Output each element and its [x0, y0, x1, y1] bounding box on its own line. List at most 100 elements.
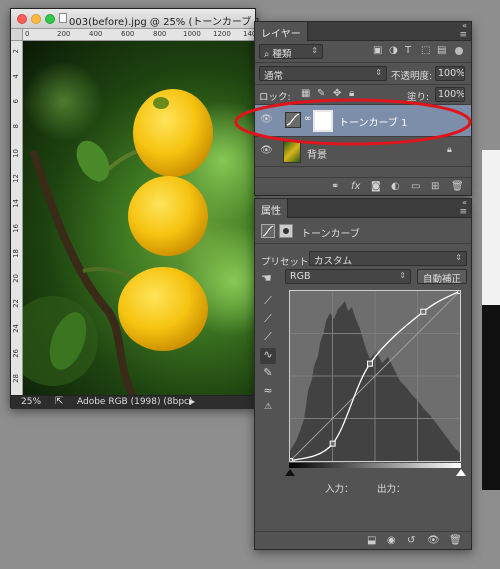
view-previous-state-icon[interactable]: ◉	[387, 535, 396, 546]
ruler-tick-label: 26	[12, 349, 20, 358]
ruler-tick-label: 600	[121, 30, 135, 38]
image-filter-icon[interactable]: ▣	[373, 45, 382, 56]
eyedropper-white-icon[interactable]: ⟋	[260, 330, 276, 346]
tab-layers[interactable]: レイヤー	[255, 22, 308, 41]
ruler-tick-label: 1200	[213, 30, 231, 38]
document-window[interactable]: 003(before).jpg @ 25% (トーンカーブ 1,... 0 20…	[10, 8, 274, 409]
minimize-icon[interactable]	[31, 14, 41, 24]
shape-filter-icon[interactable]: ⬚	[421, 45, 430, 56]
ruler-tick-label: 14	[12, 199, 20, 208]
preset-label: プリセット:	[261, 257, 312, 268]
layers-panel: レイヤー « ≡ ⌕ 種類 ⇕ ▣ ◑ T ⬚ ▤ 通常 ⇕ 不透明度: 100…	[234, 21, 472, 196]
highlight-ellipse	[234, 98, 472, 146]
properties-panel: 属性 « ≡ トーンカーブ プリセット: カスタム ⇕ ☚ RGB ⇕ 自動補正…	[254, 198, 472, 550]
curves-icon	[261, 224, 275, 238]
blend-mode-select[interactable]: 通常 ⇕	[259, 66, 387, 81]
preset-select[interactable]: カスタム ⇕	[309, 251, 467, 266]
smooth-icon[interactable]: ≈	[260, 384, 276, 400]
panel-menu-icon[interactable]: ≡	[459, 207, 467, 217]
filter-kind-select[interactable]: ⌕ 種類 ⇕	[259, 44, 323, 59]
ruler-tick-label: 400	[89, 30, 103, 38]
type-filter-icon[interactable]: T	[405, 45, 411, 56]
ruler-tick-label: 2	[12, 49, 20, 54]
ruler-tick-label: 800	[153, 30, 167, 38]
ruler-horizontal[interactable]: 0 200 400 600 800 1000 1200 140	[23, 29, 257, 41]
ruler-tick-label: 0	[25, 30, 30, 38]
eyedropper-black-icon[interactable]: ⟋	[260, 294, 276, 310]
curve-point-tool-icon[interactable]: ∿	[260, 348, 276, 364]
curve-control-point[interactable]	[420, 308, 427, 315]
background-window-edge	[482, 150, 500, 305]
link-layers-icon[interactable]: ⚭	[331, 181, 339, 192]
add-mask-icon[interactable]: ◙	[371, 181, 381, 192]
ruler-tick-label: 24	[12, 324, 20, 333]
curve-control-point[interactable]	[287, 458, 293, 464]
ruler-tick-label: 200	[57, 30, 71, 38]
chevron-down-icon: ⇕	[375, 68, 382, 77]
new-adjustment-icon[interactable]: ◐	[391, 181, 400, 192]
output-label: 出力：	[377, 484, 406, 495]
filter-toggle-icon[interactable]	[455, 47, 463, 55]
input-label: 入力：	[325, 484, 354, 495]
ruler-tick-label: 8	[12, 124, 20, 129]
panel-menu-icon[interactable]: ≡	[459, 30, 467, 40]
clipping-warning-icon[interactable]: ⚠	[260, 402, 276, 418]
document-title: 003(before).jpg @ 25% (トーンカーブ 1,...	[69, 17, 274, 28]
new-layer-icon[interactable]: ⊞	[431, 181, 439, 192]
layer-name[interactable]: 背景	[307, 146, 327, 161]
curves-graph-svg	[287, 288, 463, 464]
eyedropper-gray-icon[interactable]: ⟋	[260, 312, 276, 328]
layer-filter-row: ⌕ 種類 ⇕ ▣ ◑ T ⬚ ▤	[255, 41, 471, 63]
ruler-tick-label: 10	[12, 149, 20, 158]
opacity-input[interactable]: 100%	[435, 66, 465, 81]
white-point-slider[interactable]	[456, 469, 466, 476]
background-window-edge	[482, 305, 500, 490]
channel-select[interactable]: RGB ⇕	[285, 269, 411, 284]
document-titlebar[interactable]: 003(before).jpg @ 25% (トーンカーブ 1,...	[11, 9, 274, 29]
document-status-bar: 25% ⇱ Adobe RGB (1998) (8bpc) ▶	[11, 395, 255, 409]
status-menu-arrow-icon[interactable]: ▶	[189, 397, 195, 406]
image-canvas[interactable]	[23, 41, 257, 396]
black-point-slider[interactable]	[285, 469, 295, 476]
ruler-tick-label: 6	[12, 99, 20, 104]
blend-row: 通常 ⇕ 不透明度: 100%	[255, 63, 471, 85]
chevron-down-icon: ⇕	[311, 46, 318, 55]
ruler-tick-label: 20	[12, 274, 20, 283]
curve-control-point[interactable]	[367, 360, 373, 367]
color-profile: Adobe RGB (1998) (8bpc)	[77, 397, 193, 407]
new-group-icon[interactable]: ▭	[411, 181, 420, 192]
ruler-tick-label: 12	[12, 174, 20, 183]
visibility-eye-icon[interactable]: 👁︎	[427, 535, 440, 546]
preset-value: カスタム	[314, 256, 353, 266]
curve-control-point[interactable]	[329, 440, 336, 447]
properties-footer: ⬓ ◉ ↺ 👁︎ 🗑︎	[255, 531, 471, 551]
ruler-tick-label: 28	[12, 374, 20, 383]
pencil-icon[interactable]: ✎	[260, 366, 276, 382]
zoom-icon[interactable]	[45, 14, 55, 24]
auto-button[interactable]: 自動補正	[417, 269, 467, 284]
adjustment-filter-icon[interactable]: ◑	[389, 45, 398, 56]
tab-properties[interactable]: 属性	[255, 199, 288, 218]
smart-object-filter-icon[interactable]: ▤	[437, 45, 446, 56]
curves-graph[interactable]	[287, 288, 463, 464]
trash-icon[interactable]: 🗑︎	[449, 535, 462, 546]
collapse-icon[interactable]: «	[462, 21, 467, 30]
close-icon[interactable]	[17, 14, 27, 24]
curve-control-point[interactable]	[457, 288, 463, 294]
trash-icon[interactable]: 🗑︎	[451, 181, 464, 192]
mask-icon[interactable]	[279, 224, 293, 238]
share-icon[interactable]: ⇱	[55, 396, 63, 407]
ruler-tick-label: 4	[12, 74, 20, 79]
adjustment-header: トーンカーブ	[255, 218, 471, 244]
reset-icon[interactable]: ↺	[407, 535, 415, 546]
adjustment-name: トーンカーブ	[301, 229, 360, 240]
fx-icon[interactable]: fx	[351, 181, 360, 192]
ruler-origin[interactable]	[11, 29, 23, 41]
ruler-tick-label: 1000	[183, 30, 201, 38]
on-image-adjust-hand-icon[interactable]: ☚	[261, 271, 272, 285]
search-icon: ⌕	[264, 49, 270, 59]
zoom-level[interactable]: 25%	[21, 397, 41, 407]
clip-to-layer-icon[interactable]: ⬓	[367, 535, 376, 546]
collapse-icon[interactable]: «	[462, 198, 467, 207]
ruler-vertical[interactable]: 2 4 6 8 10 12 14 16 18 20 22 24 26 28	[11, 41, 23, 396]
